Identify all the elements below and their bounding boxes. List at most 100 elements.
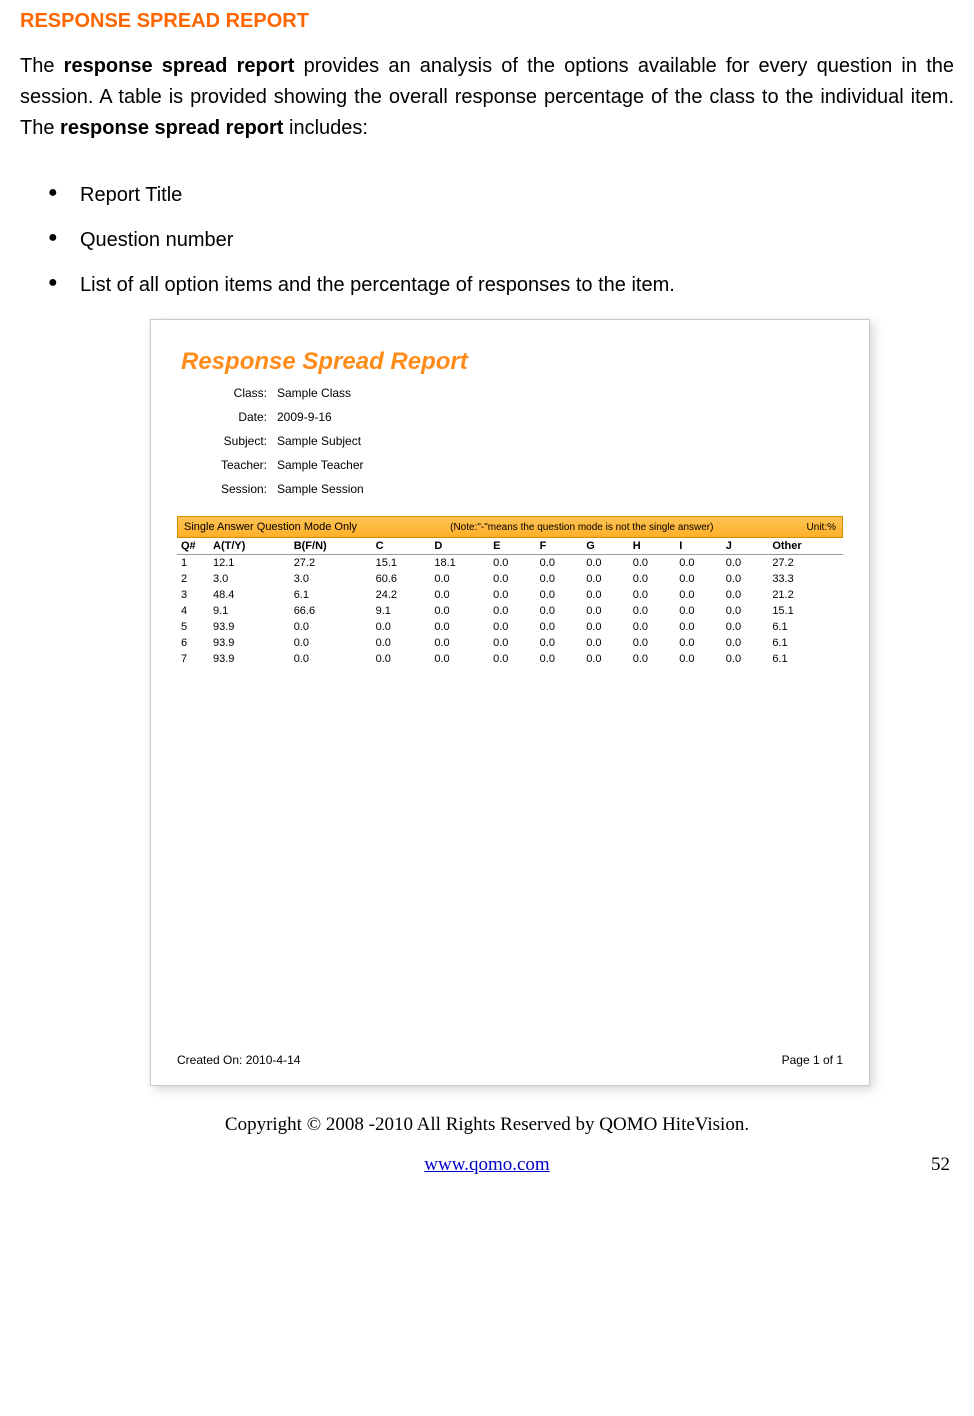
table-cell: 0.0 (629, 571, 676, 587)
intro-paragraph: The response spread report provides an a… (20, 51, 954, 144)
list-item: Report Title (48, 184, 954, 207)
table-cell: 0.0 (536, 555, 583, 572)
intro-bold-1: response spread report (64, 55, 295, 77)
table-cell: 0.0 (372, 619, 431, 635)
report-whitespace (177, 667, 843, 1047)
table-cell: 15.1 (768, 603, 843, 619)
table-cell: 0.0 (536, 635, 583, 651)
table-cell: 33.3 (768, 571, 843, 587)
meta-label: Session: (177, 482, 277, 496)
col-header: Q# (177, 538, 209, 555)
meta-label: Date: (177, 410, 277, 424)
table-cell: 0.0 (290, 635, 372, 651)
table-cell: 2 (177, 571, 209, 587)
table-cell: 0.0 (629, 555, 676, 572)
table-cell: 0.0 (489, 619, 536, 635)
table-cell: 0.0 (582, 571, 629, 587)
table-cell: 0.0 (582, 603, 629, 619)
table-cell: 0.0 (722, 635, 769, 651)
table-cell: 0.0 (675, 571, 722, 587)
table-cell: 93.9 (209, 619, 290, 635)
report-title: Response Spread Report (181, 348, 843, 376)
table-cell: 5 (177, 619, 209, 635)
table-cell: 0.0 (675, 635, 722, 651)
response-table: Q# A(T/Y) B(F/N) C D E F G H I J Other 1… (177, 538, 843, 667)
meta-label: Teacher: (177, 458, 277, 472)
meta-label: Class: (177, 386, 277, 400)
table-row: 23.03.060.60.00.00.00.00.00.00.033.3 (177, 571, 843, 587)
table-cell: 6 (177, 635, 209, 651)
table-cell: 0.0 (290, 619, 372, 635)
meta-row: Date: 2009-9-16 (177, 410, 843, 424)
section-heading: RESPONSE SPREAD REPORT (20, 10, 954, 33)
table-cell: 0.0 (722, 603, 769, 619)
col-header: F (536, 538, 583, 555)
table-cell: 0.0 (722, 555, 769, 572)
col-header: I (675, 538, 722, 555)
col-header: G (582, 538, 629, 555)
table-row: 112.127.215.118.10.00.00.00.00.00.027.2 (177, 555, 843, 572)
table-cell: 0.0 (430, 651, 489, 667)
col-header: E (489, 538, 536, 555)
report-footer: Created On: 2010-4-14 Page 1 of 1 (177, 1053, 843, 1067)
table-cell: 12.1 (209, 555, 290, 572)
table-cell: 9.1 (372, 603, 431, 619)
meta-row: Teacher: Sample Teacher (177, 458, 843, 472)
page-info: Page 1 of 1 (782, 1053, 843, 1067)
table-cell: 0.0 (372, 651, 431, 667)
table-header-row: Q# A(T/Y) B(F/N) C D E F G H I J Other (177, 538, 843, 555)
meta-value: Sample Teacher (277, 458, 364, 472)
table-row: 348.46.124.20.00.00.00.00.00.00.021.2 (177, 587, 843, 603)
table-cell: 0.0 (430, 571, 489, 587)
table-cell: 0.0 (489, 587, 536, 603)
table-cell: 6.1 (768, 619, 843, 635)
table-cell: 4 (177, 603, 209, 619)
table-cell: 0.0 (582, 555, 629, 572)
intro-text: The (20, 55, 64, 77)
table-cell: 0.0 (430, 619, 489, 635)
page-footer: www.qomo.com 52 (20, 1154, 954, 1176)
table-cell: 9.1 (209, 603, 290, 619)
note-left: Single Answer Question Mode Only (184, 521, 357, 533)
meta-value: Sample Session (277, 482, 364, 496)
report-preview: Response Spread Report Class: Sample Cla… (150, 319, 870, 1086)
table-cell: 1 (177, 555, 209, 572)
footer-url-link[interactable]: www.qomo.com (424, 1154, 549, 1176)
meta-row: Class: Sample Class (177, 386, 843, 400)
list-item: List of all option items and the percent… (48, 274, 954, 297)
table-row: 693.90.00.00.00.00.00.00.00.00.06.1 (177, 635, 843, 651)
table-row: 49.166.69.10.00.00.00.00.00.00.015.1 (177, 603, 843, 619)
meta-row: Subject: Sample Subject (177, 434, 843, 448)
table-cell: 0.0 (722, 587, 769, 603)
table-cell: 0.0 (722, 619, 769, 635)
table-cell: 66.6 (290, 603, 372, 619)
table-cell: 0.0 (629, 635, 676, 651)
table-cell: 0.0 (536, 651, 583, 667)
table-cell: 0.0 (675, 587, 722, 603)
copyright-text: Copyright © 2008 -2010 All Rights Reserv… (20, 1114, 954, 1136)
meta-value: Sample Class (277, 386, 351, 400)
intro-bold-2: response spread report (60, 117, 283, 139)
table-cell: 0.0 (430, 635, 489, 651)
table-cell: 0.0 (675, 651, 722, 667)
table-cell: 0.0 (582, 619, 629, 635)
table-cell: 0.0 (629, 603, 676, 619)
table-cell: 0.0 (629, 619, 676, 635)
table-cell: 24.2 (372, 587, 431, 603)
table-cell: 7 (177, 651, 209, 667)
table-cell: 0.0 (536, 619, 583, 635)
table-cell: 3.0 (290, 571, 372, 587)
meta-value: 2009-9-16 (277, 410, 332, 424)
table-cell: 0.0 (675, 619, 722, 635)
table-cell: 0.0 (372, 635, 431, 651)
table-cell: 0.0 (489, 603, 536, 619)
table-cell: 6.1 (768, 635, 843, 651)
note-right: Unit:% (807, 522, 836, 533)
table-cell: 0.0 (536, 603, 583, 619)
meta-label: Subject: (177, 434, 277, 448)
table-cell: 0.0 (722, 651, 769, 667)
table-note-bar: Single Answer Question Mode Only (Note:"… (177, 516, 843, 538)
table-cell: 0.0 (489, 571, 536, 587)
table-cell: 93.9 (209, 651, 290, 667)
col-header: J (722, 538, 769, 555)
